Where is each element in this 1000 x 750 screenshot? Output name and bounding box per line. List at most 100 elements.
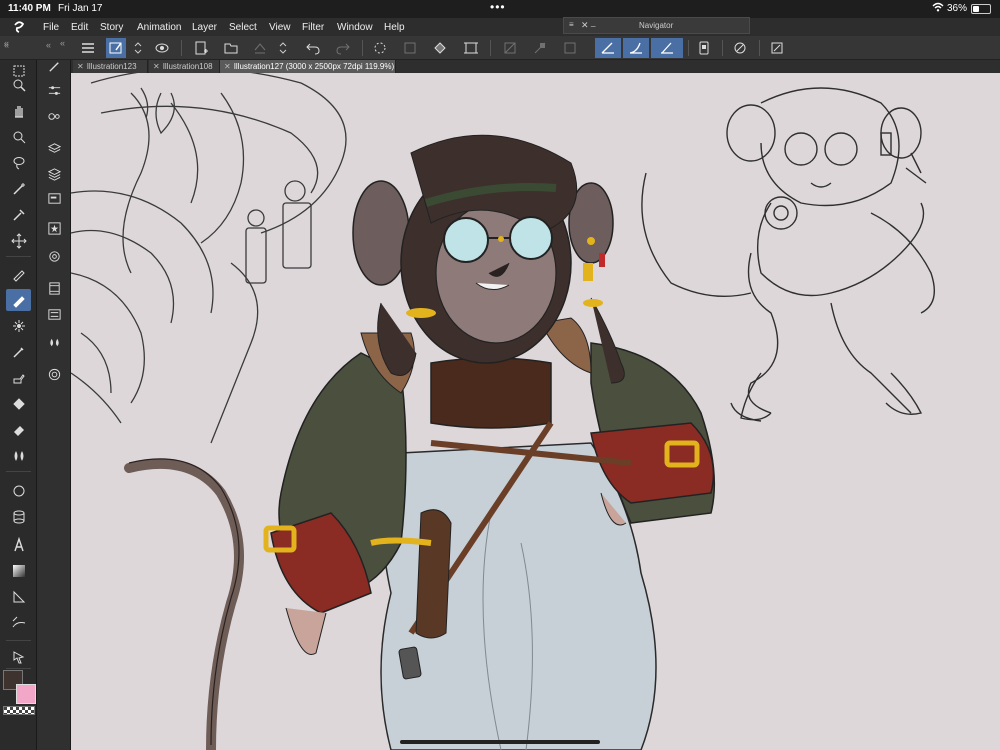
minimize-icon[interactable]: _	[591, 18, 595, 27]
tool-magic-wand[interactable]	[6, 178, 31, 200]
menu-story[interactable]: Story	[100, 22, 123, 33]
tool-eyedropper[interactable]	[6, 204, 31, 226]
tool-zoom[interactable]	[6, 74, 31, 96]
tool-fill[interactable]	[6, 393, 31, 415]
tool-ruler[interactable]	[6, 586, 31, 608]
expand-left-icon[interactable]: «	[60, 38, 65, 48]
close-icon[interactable]: ✕	[153, 62, 160, 71]
snap-grid-button[interactable]	[623, 38, 649, 58]
menu-view[interactable]: View	[269, 22, 291, 33]
companion-button[interactable]	[730, 38, 750, 58]
tool-pen[interactable]	[6, 263, 31, 285]
undo-button[interactable]	[303, 38, 323, 58]
tool-move[interactable]	[6, 230, 31, 252]
snap-special-ruler-button[interactable]	[595, 38, 621, 58]
reference-button[interactable]	[152, 38, 172, 58]
device-button[interactable]	[694, 38, 714, 58]
save-stepper[interactable]	[276, 38, 290, 58]
pencil-icon	[12, 296, 25, 308]
snap-icon	[534, 42, 546, 54]
hide-selection-button[interactable]	[500, 38, 520, 58]
tab-illustration127[interactable]: ✕ Illustration127 (3000 x 2500px 72dpi 11…	[220, 60, 396, 73]
menu-animation[interactable]: Animation	[137, 22, 181, 33]
close-icon[interactable]: ✕	[581, 20, 589, 31]
drawing-canvas[interactable]	[71, 73, 1000, 750]
subtool-navigator[interactable]	[44, 188, 64, 208]
tool-frame[interactable]	[6, 506, 31, 528]
tool-airbrush[interactable]	[6, 367, 31, 389]
clear-icon	[404, 42, 416, 54]
app-logo-icon[interactable]	[12, 20, 26, 37]
collapse-tools-icon[interactable]: «	[4, 40, 9, 50]
edit-mode-button[interactable]	[106, 38, 126, 58]
tool-text[interactable]	[6, 534, 31, 556]
subtool-animation[interactable]	[44, 278, 64, 298]
subtool-timeline[interactable]	[44, 304, 64, 324]
sub-color-swatch[interactable]	[16, 684, 36, 704]
save-button[interactable]	[250, 38, 270, 58]
tool-figure[interactable]	[6, 480, 31, 502]
tab-illustration108[interactable]: ✕ Illustration108	[149, 60, 220, 73]
close-icon[interactable]: ✕	[77, 62, 84, 71]
clear-button[interactable]	[400, 38, 420, 58]
tool-decoration[interactable]	[6, 315, 31, 337]
deselect-button[interactable]	[370, 38, 390, 58]
undo-icon	[306, 43, 320, 55]
menu-help[interactable]: Help	[384, 22, 405, 33]
menu-filter[interactable]: Filter	[302, 22, 324, 33]
sketch-large-head	[71, 73, 347, 444]
subtool-pen[interactable]	[44, 56, 64, 76]
rotate-icon	[13, 131, 25, 144]
airbrush-icon	[13, 374, 25, 384]
subtool-search[interactable]	[44, 246, 64, 266]
snap-curve-button[interactable]	[651, 38, 683, 58]
mode-stepper[interactable]	[131, 38, 145, 58]
menu-window[interactable]: Window	[337, 22, 373, 33]
navigator-panel[interactable]: ≡ ✕ _ Navigator	[563, 17, 750, 34]
fullscreen-button[interactable]	[767, 38, 787, 58]
fill-button[interactable]	[430, 38, 450, 58]
tool-lasso[interactable]	[6, 152, 31, 174]
subtool-materials[interactable]	[44, 218, 64, 238]
menu-bar: File Edit Story Animation Layer Select V…	[0, 18, 1000, 36]
menu-edit[interactable]: Edit	[71, 22, 88, 33]
tab-illustration123[interactable]: ✕ Illustration123	[73, 60, 148, 73]
snap-ruler-button[interactable]	[560, 38, 580, 58]
multitask-dots-icon[interactable]: •••	[490, 0, 506, 14]
tool-blend[interactable]	[6, 445, 31, 467]
tool-correct-line[interactable]	[6, 612, 31, 634]
open-button[interactable]	[221, 38, 241, 58]
close-icon[interactable]: ✕	[224, 62, 231, 71]
menu-layer[interactable]: Layer	[192, 22, 217, 33]
transform-button[interactable]	[461, 38, 481, 58]
ruler-icon	[13, 590, 25, 603]
menu-select[interactable]: Select	[229, 22, 257, 33]
redo-button[interactable]	[333, 38, 353, 58]
subtool-history[interactable]	[44, 364, 64, 384]
tool-brush[interactable]	[6, 341, 31, 363]
new-button[interactable]	[191, 38, 211, 58]
pen-line-icon	[661, 42, 673, 54]
menu-file[interactable]: File	[43, 22, 59, 33]
transform-icon	[464, 42, 478, 54]
brush-icon	[12, 347, 24, 358]
chevron-updown-icon	[134, 42, 142, 54]
subtool-blend[interactable]	[44, 332, 64, 352]
tool-object[interactable]	[6, 646, 31, 668]
collapse-subtools-icon[interactable]: «	[46, 40, 51, 50]
tool-gradient[interactable]	[6, 560, 31, 582]
subtool-layer-property[interactable]	[44, 164, 64, 184]
subtool-layers[interactable]	[44, 138, 64, 158]
hamburger-icon	[82, 43, 94, 53]
tool-rotate[interactable]	[6, 126, 31, 148]
tool-pencil[interactable]	[6, 289, 31, 311]
subtool-properties[interactable]	[44, 80, 64, 100]
subtool-brush-size[interactable]	[44, 106, 64, 126]
tool-eraser[interactable]	[6, 419, 31, 441]
snap-button[interactable]	[530, 38, 550, 58]
transparent-color-swatch[interactable]	[3, 706, 35, 715]
folder-icon	[224, 43, 238, 54]
grip-icon[interactable]: ≡	[569, 20, 574, 29]
main-menu-button[interactable]	[78, 38, 98, 58]
tool-hand[interactable]	[6, 100, 31, 122]
